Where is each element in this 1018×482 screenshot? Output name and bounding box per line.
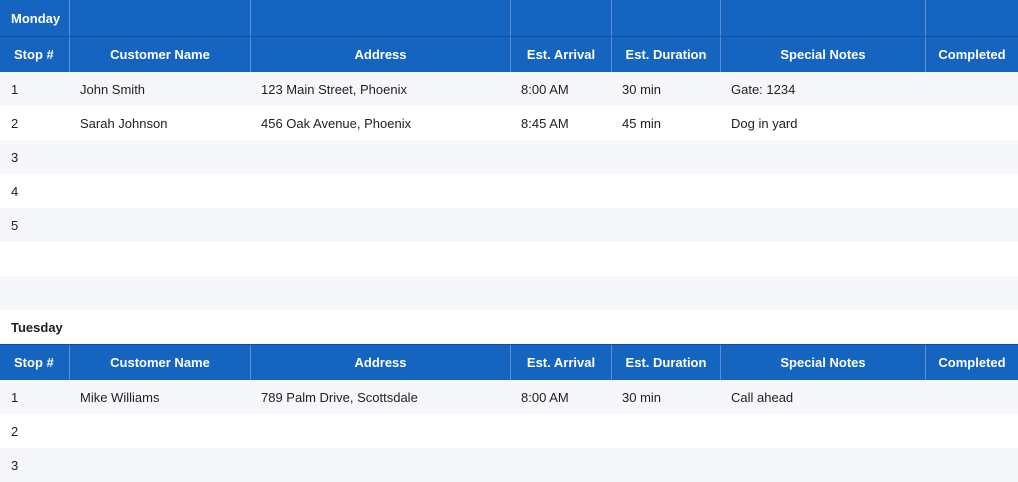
day-row-empty-cell[interactable] xyxy=(251,0,511,36)
completed-cell[interactable] xyxy=(926,174,1018,208)
table-row: 3 xyxy=(0,448,1018,482)
est-duration-cell[interactable] xyxy=(612,414,721,448)
column-header-est-arrival[interactable]: Est. Arrival xyxy=(511,345,612,380)
customer-name-cell[interactable] xyxy=(70,208,251,242)
est-arrival-cell[interactable]: 8:45 AM xyxy=(511,106,612,140)
est-duration-cell[interactable] xyxy=(612,448,721,482)
day-row-empty-cell[interactable] xyxy=(721,0,926,36)
special-notes-cell[interactable] xyxy=(721,208,926,242)
est-arrival-cell[interactable] xyxy=(511,448,612,482)
est-duration-cell[interactable] xyxy=(612,174,721,208)
est-arrival-cell[interactable] xyxy=(511,140,612,174)
route-schedule-sheet: Monday Stop # Customer Name Address Est.… xyxy=(0,0,1018,482)
stop-number-cell[interactable]: 5 xyxy=(0,208,70,242)
table-row: 1 Mike Williams 789 Palm Drive, Scottsda… xyxy=(0,380,1018,414)
address-cell[interactable] xyxy=(251,208,511,242)
column-header-est-arrival[interactable]: Est. Arrival xyxy=(511,37,612,72)
day-row-empty-cell[interactable] xyxy=(70,0,251,36)
address-cell[interactable] xyxy=(251,414,511,448)
stop-number-cell[interactable]: 3 xyxy=(0,140,70,174)
address-cell[interactable] xyxy=(251,140,511,174)
column-header-est-duration[interactable]: Est. Duration xyxy=(612,345,721,380)
est-duration-cell[interactable] xyxy=(612,208,721,242)
special-notes-cell[interactable] xyxy=(721,448,926,482)
column-header-address[interactable]: Address xyxy=(251,37,511,72)
address-cell[interactable] xyxy=(251,448,511,482)
address-cell[interactable]: 456 Oak Avenue, Phoenix xyxy=(251,106,511,140)
customer-name-cell[interactable]: John Smith xyxy=(70,72,251,106)
completed-cell[interactable] xyxy=(926,72,1018,106)
stop-number-cell[interactable]: 2 xyxy=(0,414,70,448)
completed-cell[interactable] xyxy=(926,106,1018,140)
completed-cell[interactable] xyxy=(926,380,1018,414)
stop-number-cell[interactable]: 3 xyxy=(0,448,70,482)
table-row: 1 John Smith 123 Main Street, Phoenix 8:… xyxy=(0,72,1018,106)
customer-name-cell[interactable] xyxy=(70,414,251,448)
stop-number-cell[interactable]: 4 xyxy=(0,174,70,208)
special-notes-cell[interactable] xyxy=(721,414,926,448)
est-duration-cell[interactable] xyxy=(612,140,721,174)
special-notes-cell[interactable]: Dog in yard xyxy=(721,106,926,140)
est-duration-cell[interactable]: 30 min xyxy=(612,72,721,106)
special-notes-cell[interactable]: Gate: 1234 xyxy=(721,72,926,106)
stop-number-cell[interactable]: 1 xyxy=(0,72,70,106)
address-cell[interactable] xyxy=(251,174,511,208)
column-header-est-duration[interactable]: Est. Duration xyxy=(612,37,721,72)
column-header-special-notes[interactable]: Special Notes xyxy=(721,37,926,72)
address-cell[interactable]: 789 Palm Drive, Scottsdale xyxy=(251,380,511,414)
special-notes-cell[interactable] xyxy=(721,140,926,174)
table-row: 3 xyxy=(0,140,1018,174)
table-row: 5 xyxy=(0,208,1018,242)
customer-name-cell[interactable] xyxy=(70,140,251,174)
completed-cell[interactable] xyxy=(926,414,1018,448)
address-cell[interactable]: 123 Main Street, Phoenix xyxy=(251,72,511,106)
monday-day-row: Monday xyxy=(0,0,1018,36)
column-header-special-notes[interactable]: Special Notes xyxy=(721,345,926,380)
tuesday-day-row: Tuesday xyxy=(0,310,1018,344)
stop-number-cell[interactable]: 1 xyxy=(0,380,70,414)
stop-number-cell[interactable]: 2 xyxy=(0,106,70,140)
customer-name-cell[interactable] xyxy=(70,448,251,482)
est-arrival-cell[interactable]: 8:00 AM xyxy=(511,380,612,414)
column-header-completed[interactable]: Completed xyxy=(926,37,1018,72)
est-arrival-cell[interactable]: 8:00 AM xyxy=(511,72,612,106)
column-header-customer-name[interactable]: Customer Name xyxy=(70,345,251,380)
completed-cell[interactable] xyxy=(926,448,1018,482)
day-row-empty-cell[interactable] xyxy=(612,0,721,36)
table-row: 4 xyxy=(0,174,1018,208)
est-duration-cell[interactable]: 45 min xyxy=(612,106,721,140)
day-row-empty-cell[interactable] xyxy=(511,0,612,36)
est-arrival-cell[interactable] xyxy=(511,174,612,208)
column-header-completed[interactable]: Completed xyxy=(926,345,1018,380)
completed-cell[interactable] xyxy=(926,140,1018,174)
day-row-empty-cell[interactable] xyxy=(926,0,1018,36)
monday-column-header-row: Stop # Customer Name Address Est. Arriva… xyxy=(0,36,1018,72)
table-row: 2 Sarah Johnson 456 Oak Avenue, Phoenix … xyxy=(0,106,1018,140)
tuesday-column-header-row: Stop # Customer Name Address Est. Arriva… xyxy=(0,344,1018,380)
completed-cell[interactable] xyxy=(926,208,1018,242)
est-duration-cell[interactable]: 30 min xyxy=(612,380,721,414)
column-header-stop[interactable]: Stop # xyxy=(0,345,70,380)
customer-name-cell[interactable] xyxy=(70,174,251,208)
empty-row[interactable] xyxy=(0,242,1018,276)
table-row: 2 xyxy=(0,414,1018,448)
customer-name-cell[interactable]: Mike Williams xyxy=(70,380,251,414)
day-label-cell[interactable]: Tuesday xyxy=(0,310,70,344)
column-header-address[interactable]: Address xyxy=(251,345,511,380)
column-header-stop[interactable]: Stop # xyxy=(0,37,70,72)
special-notes-cell[interactable] xyxy=(721,174,926,208)
customer-name-cell[interactable]: Sarah Johnson xyxy=(70,106,251,140)
est-arrival-cell[interactable] xyxy=(511,208,612,242)
special-notes-cell[interactable]: Call ahead xyxy=(721,380,926,414)
day-label-cell[interactable]: Monday xyxy=(0,0,70,36)
est-arrival-cell[interactable] xyxy=(511,414,612,448)
empty-row[interactable] xyxy=(0,276,1018,310)
column-header-customer-name[interactable]: Customer Name xyxy=(70,37,251,72)
